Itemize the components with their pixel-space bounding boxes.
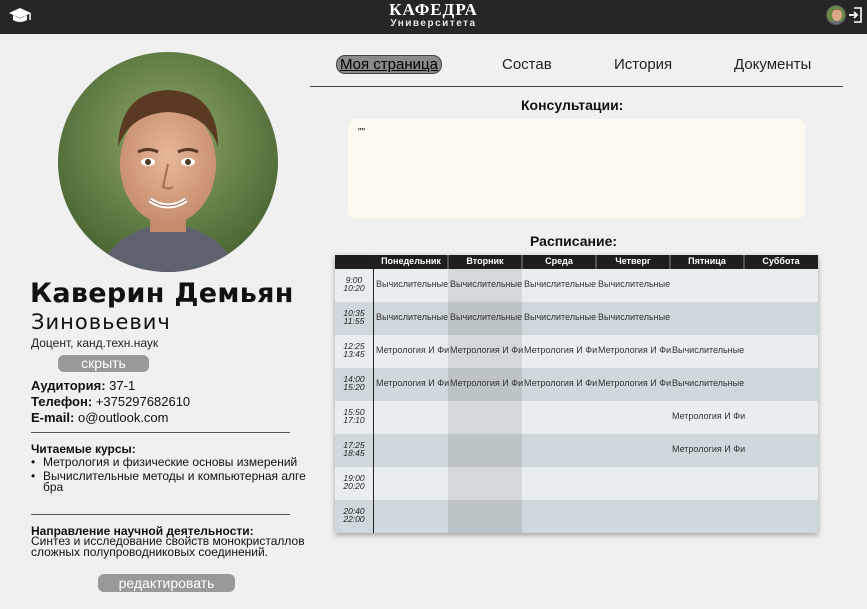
email-value[interactable]: o@outlook.com (78, 410, 169, 425)
schedule-table: Понедельник Вторник Среда Четверг Пятниц… (335, 255, 818, 533)
time-column-line (373, 255, 374, 533)
edit-button[interactable]: редактировать (98, 574, 235, 592)
research-text: Синтез и исследование свойств монокриста… (31, 534, 305, 559)
logout-icon[interactable] (848, 7, 862, 23)
lesson-cell[interactable]: Вычислительные (524, 279, 597, 289)
time-slot: 20:40 22:00 (335, 507, 373, 524)
schedule-row (335, 467, 818, 500)
lesson-cell[interactable]: Метрология И Фи: (524, 345, 597, 355)
time-slot: 10:35 11:55 (335, 309, 373, 326)
brand-subtitle: Университета (390, 18, 477, 29)
time-end: 10:20 (343, 283, 365, 293)
top-bar: КАФЕДРА Университета (0, 0, 867, 34)
courses-list: Метрология и физические основы измерений… (31, 456, 306, 496)
time-end: 11:55 (343, 316, 365, 326)
schedule-row (335, 401, 818, 434)
lesson-cell[interactable]: Метрология И Фи: (598, 378, 671, 388)
phone-value: +375297682610 (95, 394, 191, 409)
schedule-row (335, 434, 818, 467)
divider (31, 432, 290, 433)
courses-title: Читаемые курсы: (31, 442, 136, 456)
time-end: 15:20 (343, 382, 365, 392)
schedule-row (335, 500, 818, 533)
consultations-content: "" (358, 127, 366, 138)
lesson-cell[interactable]: Метрология И Фи: (598, 345, 671, 355)
course-item: Вычислительные методы и компьютерная алг… (31, 470, 306, 493)
time-slot: 15:50 17:10 (335, 408, 373, 425)
time-slot: 19:00 20:20 (335, 474, 373, 491)
lesson-cell[interactable]: Метрология И Фи: (450, 345, 523, 355)
profile-photo (58, 52, 278, 272)
phone-label: Телефон: (31, 394, 93, 409)
email-info: E-mail: o@outlook.com (31, 410, 169, 425)
room-label: Аудитория: (31, 378, 106, 393)
time-end: 17:10 (343, 415, 365, 425)
lesson-cell[interactable]: Метрология И Фи: (672, 411, 745, 421)
lesson-cell[interactable]: Метрология И Фи: (376, 378, 449, 388)
time-slot: 14:00 15:20 (335, 375, 373, 392)
lesson-cell[interactable]: Метрология И Фи: (672, 444, 745, 454)
tab-staff[interactable]: Состав (502, 56, 552, 73)
lesson-cell[interactable]: Метрология И Фи: (376, 345, 449, 355)
schedule-title: Расписание: (530, 233, 618, 249)
lesson-cell[interactable]: Вычислительные (672, 345, 745, 355)
time-slot: 17:25 18:45 (335, 441, 373, 458)
lesson-cell[interactable]: Вычислительные (450, 279, 523, 289)
lesson-cell[interactable]: Вычислительные (598, 312, 671, 322)
divider (31, 514, 290, 515)
room-info: Аудитория: 37-1 (31, 378, 135, 393)
brand-logo[interactable]: КАФЕДРА Университета (0, 1, 867, 29)
tab-my-page[interactable]: Моя страница (337, 56, 441, 73)
time-slot: 12:25 13:45 (335, 342, 373, 359)
user-avatar[interactable] (826, 5, 846, 25)
tab-documents[interactable]: Документы (734, 56, 811, 73)
lesson-cell[interactable]: Вычислительные (376, 312, 449, 322)
consultations-title: Консультации: (521, 97, 624, 113)
course-item: Метрология и физические основы измерений (31, 456, 306, 468)
room-value: 37-1 (109, 378, 136, 393)
time-end: 18:45 (343, 448, 365, 458)
tab-history[interactable]: История (614, 56, 672, 73)
lesson-cell[interactable]: Метрология И Фи: (524, 378, 597, 388)
lesson-cell[interactable]: Вычислительные (524, 312, 597, 322)
profile-degree: Доцент, канд.техн.наук (31, 336, 159, 350)
tabs-divider (310, 86, 843, 87)
header-separators (447, 255, 745, 269)
email-label: E-mail: (31, 410, 75, 425)
tuesday-column-highlight (448, 269, 522, 533)
time-slot: 9:00 10:20 (335, 276, 373, 293)
profile-patronymic: Зиновьевич (31, 310, 171, 334)
lesson-cell[interactable]: Вычислительные (376, 279, 449, 289)
time-end: 22:00 (343, 514, 365, 524)
lesson-cell[interactable]: Вычислительные (450, 312, 523, 322)
phone-info: Телефон: +375297682610 (31, 394, 190, 409)
hide-button[interactable]: скрыть (58, 355, 149, 372)
lesson-cell[interactable]: Вычислительные (598, 279, 671, 289)
time-end: 20:20 (343, 481, 365, 491)
profile-name: Каверин Демьян (30, 278, 294, 309)
lesson-cell[interactable]: Метрология И Фи: (450, 378, 523, 388)
time-end: 13:45 (343, 349, 365, 359)
lesson-cell[interactable]: Вычислительные (672, 378, 745, 388)
consultations-box[interactable]: "" (348, 119, 805, 219)
brand-title: КАФЕДРА (389, 0, 478, 19)
